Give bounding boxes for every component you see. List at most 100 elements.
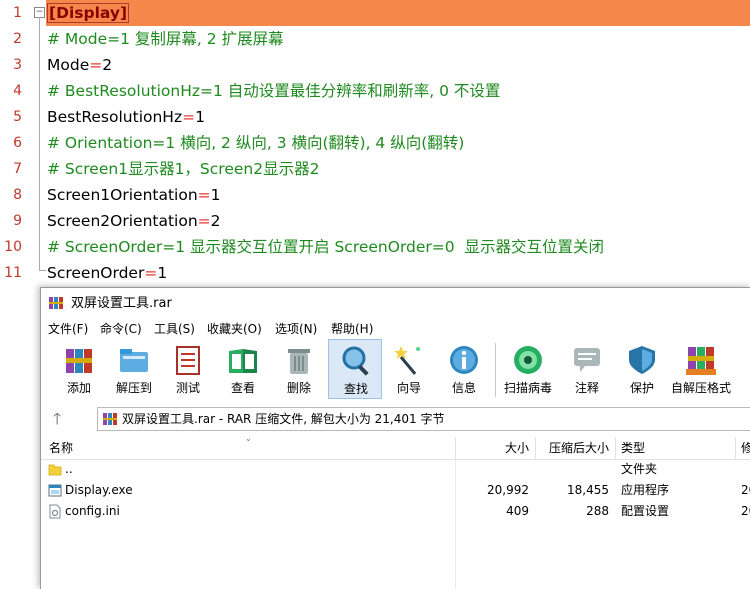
toolbar-button[interactable]: 保护	[615, 339, 669, 399]
toolbar-button[interactable]: 查找	[328, 339, 382, 399]
file-packed-size: 288	[586, 504, 609, 518]
menu-item[interactable]: 命令(C)	[100, 319, 142, 339]
delete-icon	[288, 349, 310, 374]
file-modified: 20	[741, 483, 750, 497]
line-number: 5	[13, 109, 22, 125]
toolbar-button[interactable]: 查看	[216, 339, 270, 399]
code-text: # ScreenOrder=1 显示器交互位置开启 ScreenOrder=0 …	[47, 234, 604, 260]
column-packed-size[interactable]: 压缩后大小	[539, 437, 609, 459]
toolbar-button-label: 保护	[629, 381, 654, 395]
comment-text: # Orientation=1 横向, 2 纵向, 3 横向(翻转), 4 纵向…	[47, 134, 465, 152]
column-size[interactable]: 大小	[461, 437, 529, 459]
code-line[interactable]: 10 # ScreenOrder=1 显示器交互位置开启 ScreenOrder=…	[0, 234, 750, 260]
section-header: [Display]	[47, 3, 130, 23]
code-line[interactable]: 9 Screen2Orientation=2	[0, 208, 750, 234]
file-name: Display.exe	[65, 483, 133, 497]
column-divider[interactable]	[455, 437, 456, 459]
toolbar-button[interactable]: 解压到	[107, 339, 161, 399]
code-text: Screen2Orientation=2	[47, 208, 221, 234]
code-line[interactable]: 5 BestResolutionHz=1	[0, 104, 750, 130]
code-line[interactable]: 1 [Display]	[13, 0, 750, 26]
code-token: 1	[210, 186, 221, 204]
toolbar-button[interactable]: 信息	[437, 339, 491, 399]
code-line[interactable]: 6 # Orientation=1 横向, 2 纵向, 3 横向(翻转), 4 纵…	[0, 130, 750, 156]
code-line[interactable]: 8 Screen1Orientation=1	[0, 182, 750, 208]
winrar-window[interactable]: 双屏设置工具.rar 文件(F) 命令(C) 工具(S) 收藏夹(O) 选项(N) 帮助(…	[40, 287, 750, 589]
code-token: 2	[102, 56, 113, 74]
view-icon	[229, 349, 257, 373]
menu-item[interactable]: 收藏夹(O)	[207, 319, 262, 339]
window-title: 双屏设置工具.rar	[71, 296, 172, 311]
wizard-icon	[394, 346, 420, 375]
menu-item[interactable]: 文件(F)	[48, 319, 88, 339]
toolbar: 添加 解压到 测试 查看 删除 查找 向导信息 扫描病毒 注释保护 自解压格式	[41, 339, 750, 401]
code-token: BestResolutionHz	[47, 108, 183, 126]
file-size: 409	[506, 504, 529, 518]
code-text: BestResolutionHz=1	[47, 104, 205, 130]
winrar-app-icon	[49, 297, 63, 309]
operator: =	[197, 186, 211, 204]
comment-text: # Mode=1 复制屏幕, 2 扩展屏幕	[47, 30, 284, 48]
column-modified[interactable]: 修	[741, 437, 750, 459]
file-type: 应用程序	[621, 483, 670, 497]
menu-item[interactable]: 帮助(H)	[331, 319, 373, 339]
file-packed-size: 18,455	[567, 483, 609, 497]
virus-scan-icon	[514, 346, 542, 374]
sfx-icon	[686, 347, 716, 375]
path-text: 双屏设置工具.rar - RAR 压缩文件, 解包大小为 21,401 字节	[122, 412, 445, 426]
file-name: config.ini	[65, 504, 120, 518]
file-row[interactable]: .. 文件夹	[41, 459, 750, 480]
column-name[interactable]: 名称	[49, 437, 73, 459]
line-number: 8	[13, 187, 22, 203]
title-bar[interactable]: 双屏设置工具.rar	[41, 288, 750, 319]
toolbar-button[interactable]: 删除	[272, 339, 326, 399]
comment-text: # ScreenOrder=1 显示器交互位置开启 ScreenOrder=0 …	[47, 238, 604, 256]
code-token: 1	[157, 264, 168, 282]
toolbar-button-label: 信息	[451, 381, 476, 395]
code-line[interactable]: 4 # BestResolutionHz=1 自动设置最佳分辨率和刷新率, 0 不…	[0, 78, 750, 104]
exe-file-icon	[48, 484, 62, 497]
code-line[interactable]: 11 ScreenOrder=1	[0, 260, 750, 286]
comment-text: # Screen1显示器1，Screen2显示器2	[47, 160, 320, 178]
file-row[interactable]: Display.exe 20,992 18,455 应用程序 20	[41, 480, 750, 501]
up-folder-icon[interactable]: 🡑	[53, 409, 73, 429]
line-number: 1	[13, 5, 22, 21]
line-number: 7	[13, 161, 22, 177]
menu-item[interactable]: 工具(S)	[154, 319, 195, 339]
code-line[interactable]: 2 # Mode=1 复制屏幕, 2 扩展屏幕	[0, 26, 750, 52]
operator: =	[144, 264, 158, 282]
line-number: 10	[4, 239, 22, 255]
code-line[interactable]: 7 # Screen1显示器1，Screen2显示器2	[0, 156, 750, 182]
comment-text: # BestResolutionHz=1 自动设置最佳分辨率和刷新率, 0 不设…	[47, 82, 501, 100]
file-size: 20,992	[487, 483, 529, 497]
operator: =	[197, 212, 211, 230]
column-type[interactable]: 类型	[621, 437, 645, 459]
code-text: # Orientation=1 横向, 2 纵向, 3 横向(翻转), 4 纵向…	[47, 130, 464, 156]
add-archive-icon	[66, 349, 92, 373]
toolbar-button[interactable]: 测试	[161, 339, 215, 399]
file-list[interactable]: ⌄ 名称 大小 压缩后大小 类型 修 .. 文件夹 Display.exe 20,99…	[41, 434, 750, 589]
line-number: 3	[13, 57, 22, 73]
operator: =	[89, 56, 103, 74]
code-text: Screen1Orientation=1	[47, 182, 221, 208]
path-field[interactable]: 双屏设置工具.rar - RAR 压缩文件, 解包大小为 21,401 字节	[97, 407, 750, 431]
code-text: # Screen1显示器1，Screen2显示器2	[47, 156, 319, 182]
code-text: # BestResolutionHz=1 自动设置最佳分辨率和刷新率, 0 不设…	[47, 78, 500, 104]
toolbar-button[interactable]: 自解压格式	[671, 339, 731, 399]
column-divider[interactable]	[615, 437, 616, 459]
file-row[interactable]: config.ini 409 288 配置设置 20	[41, 501, 750, 522]
file-modified: 20	[741, 504, 750, 518]
toolbar-button[interactable]: 扫描病毒	[501, 339, 555, 399]
code-token: 2	[210, 212, 221, 230]
address-bar: 🡑 双屏设置工具.rar - RAR 压缩文件, 解包大小为 21,401 字节	[41, 403, 750, 433]
toolbar-button[interactable]: 向导	[382, 339, 436, 399]
menu-item[interactable]: 选项(N)	[275, 319, 317, 339]
toolbar-button[interactable]: 添加	[52, 339, 106, 399]
code-token: Screen2Orientation	[47, 212, 198, 230]
toolbar-button[interactable]: 注释	[560, 339, 614, 399]
column-divider[interactable]	[735, 437, 736, 459]
column-divider[interactable]	[535, 437, 536, 459]
code-line[interactable]: 3 Mode=2	[0, 52, 750, 78]
find-icon	[342, 346, 369, 376]
file-name: ..	[65, 462, 73, 476]
